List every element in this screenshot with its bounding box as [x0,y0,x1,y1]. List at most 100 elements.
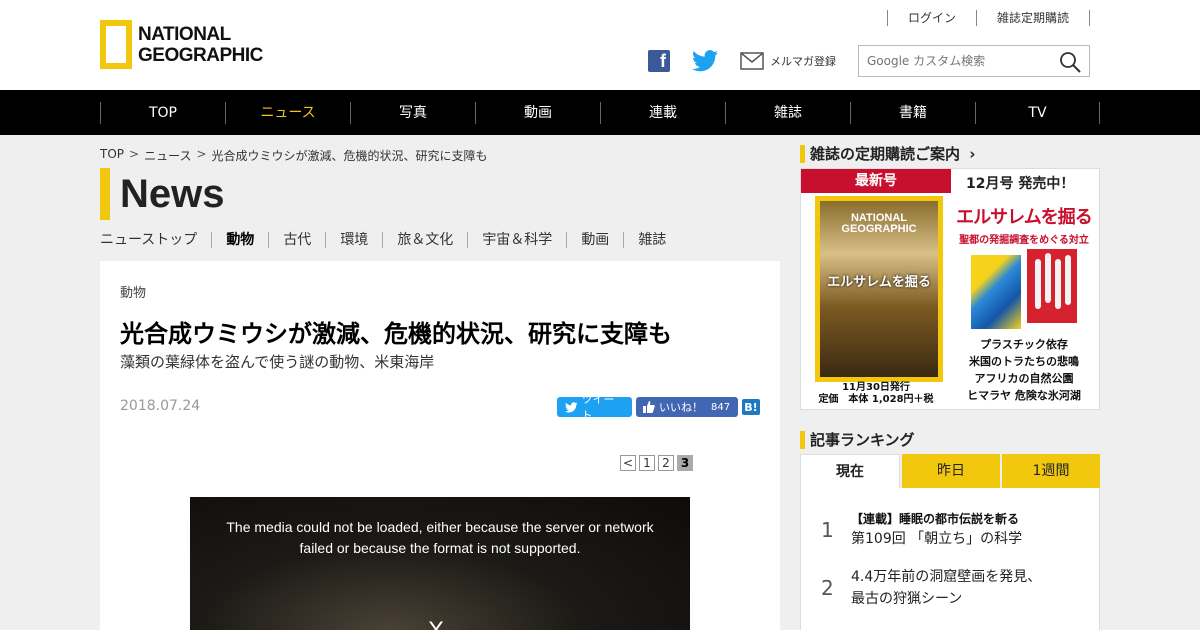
subscribe-heading[interactable]: 雑誌の定期購読ご案内 › [800,145,975,163]
mail-icon [740,52,764,70]
cover-logo: NATIONAL GEOGRAPHIC [820,213,938,235]
plastic-feature-image [971,255,1021,329]
breadcrumb: TOP > ニュース > 光合成ウミウシが激減、危機的状況、研究に支障も [100,147,488,164]
tweet-label: ツイート [581,393,615,422]
new-issue-ribbon: 最新号 [801,169,951,193]
subnav-video[interactable]: 動画 [566,232,623,248]
article-headline: 光合成ウミウシが激減、危機的状況、研究に支障も [120,320,672,348]
breadcrumb-news[interactable]: ニュース [144,147,191,164]
chevron-right-icon: > [129,147,140,161]
article-subhead: 藻類の葉緑体を盗んで使う謎の動物、米東海岸 [120,353,435,371]
ranking-item[interactable]: 1 【連載】睡眠の都市伝説を斬る 第109回 「朝立ち」の科学 [821,510,1022,550]
nav-item-magazine[interactable]: 雑誌 [725,102,850,124]
chevron-right-icon: › [969,145,976,163]
ranking-item[interactable]: 2 4.4万年前の洞窟壁画を発見、 最古の狩猟シーン [821,566,1041,610]
subscribe-heading-label: 雑誌の定期購読ご案内 [810,145,961,163]
social-links: f メルマガ登録 [648,50,836,72]
cover-title: エルサレムを掘る [827,275,931,290]
like-count: 847 [711,401,731,413]
like-label: いいね！ [659,401,703,414]
feature-item: プラスチック依存 [980,338,1068,351]
rank-line-1: 4.4万年前の洞窟壁画を発見、 [851,569,1042,585]
tiger-feature-image [1027,249,1077,323]
share-buttons: ツイート いいね！ 847 B! [557,393,760,422]
newsletter-link[interactable]: メルマガ登録 [740,52,836,70]
rank-line-2: 最古の狩猟シーン [851,591,963,607]
nav-item-books[interactable]: 書籍 [850,102,975,124]
facebook-like-button[interactable]: いいね！ 847 [636,397,738,417]
rank-title: 【連載】睡眠の都市伝説を斬る 第109回 「朝立ち」の科学 [851,510,1022,550]
article-card: 動物 光合成ウミウシが激減、危機的状況、研究に支障も 藻類の葉緑体を盗んで使う謎… [100,261,780,630]
nav-item-series[interactable]: 連載 [600,102,725,124]
pager-page-2[interactable]: 2 [658,455,674,471]
site-header: NATIONAL GEOGRAPHIC ログイン 雑誌定期購読 f メルマガ登録 [0,0,1200,90]
subnav-ancient[interactable]: 古代 [268,232,325,248]
magazine-feature: エルサレムを掘る 聖都の発掘調査をめぐる対立 [951,203,1097,246]
video-error-line-2: failed or because the format is not supp… [299,540,581,556]
ranking-list: 1 【連載】睡眠の都市伝説を斬る 第109回 「朝立ち」の科学 2 4.4万年前… [800,488,1100,630]
subscribe-link[interactable]: 雑誌定期購読 [975,10,1090,26]
chevron-right-icon: > [196,147,207,161]
cover-caption: 11月30日発行 定価 本体 1,028円＋税 [801,382,951,406]
rank-line-1: 第109回 「朝立ち」の科学 [851,531,1023,547]
facebook-icon[interactable]: f [648,50,670,72]
cover-logo-line-2: GEOGRAPHIC [841,223,917,235]
search-icon[interactable] [1059,51,1081,73]
feature-item: ヒマラヤ 危険な氷河湖 [967,389,1081,402]
subnav-magazine[interactable]: 雑誌 [623,232,680,248]
article-category[interactable]: 動物 [120,282,146,301]
logo-yellow-frame-icon [100,20,132,69]
twitter-icon[interactable] [692,50,718,72]
cover-price: 定価 本体 1,028円＋税 [818,394,934,405]
magazine-feature-list: プラスチック依存 米国のトラたちの悲鳴 アフリカの自然公園 ヒマラヤ 危険な氷河… [951,336,1097,404]
article-pager: < 1 2 3 [617,455,693,471]
article-date: 2018.07.24 [120,398,201,414]
nav-item-news[interactable]: ニュース [225,102,350,124]
login-link[interactable]: ログイン [886,10,976,26]
main-nav: TOP ニュース 写真 動画 連載 雑誌 書籍 TV [0,90,1200,135]
video-error-line-1: The media could not be loaded, either be… [226,519,654,535]
subnav-environment[interactable]: 環境 [325,232,382,248]
tweet-button[interactable]: ツイート [557,393,632,422]
logo-line-2: GEOGRAPHIC [138,44,263,66]
subnav-travel-culture[interactable]: 旅＆文化 [382,232,467,248]
close-icon[interactable]: X [428,617,444,630]
tab-yesterday[interactable]: 昨日 [902,454,1000,488]
feature-item: 米国のトラたちの悲鳴 [969,355,1079,368]
nav-item-tv[interactable]: TV [975,102,1100,124]
feature-thumbnails [971,249,1081,329]
ranking-tabs: 現在 昨日 1週間 [800,454,1100,488]
newsletter-label: メルマガ登録 [770,55,836,68]
logo-wordmark: NATIONAL GEOGRAPHIC [138,24,263,66]
video-player[interactable]: The media could not be loaded, either be… [190,497,690,630]
rank-series: 【連載】睡眠の都市伝説を斬る [851,512,1020,526]
search-box [858,45,1090,77]
ranking-heading: 記事ランキング [800,431,915,449]
video-error-message: The media could not be loaded, either be… [190,517,690,559]
site-logo[interactable]: NATIONAL GEOGRAPHIC [100,20,263,69]
subnav-animals[interactable]: 動物 [211,232,268,248]
subnav-news-top[interactable]: ニューストップ [100,232,211,248]
pager-page-1[interactable]: 1 [639,455,655,471]
rank-title: 4.4万年前の洞窟壁画を発見、 最古の狩猟シーン [851,566,1041,610]
thumbs-up-icon [643,401,655,413]
issue-text: 12月号 発売中！ [966,176,1075,192]
tab-week[interactable]: 1週間 [1002,454,1100,488]
subnav-space-science[interactable]: 宇宙＆科学 [467,232,566,248]
search-input[interactable] [859,46,1049,76]
section-title: News [100,168,225,220]
pager-page-3: 3 [677,455,693,471]
magazine-promo[interactable]: 最新号 12月号 発売中！ NATIONAL GEOGRAPHIC エルサレムを… [800,168,1100,410]
twitter-icon [565,401,578,412]
pager-prev[interactable]: < [620,455,636,471]
nav-item-photo[interactable]: 写真 [350,102,475,124]
nav-item-video[interactable]: 動画 [475,102,600,124]
cover-release-date: 11月30日発行 [842,382,910,393]
magazine-cover-image: NATIONAL GEOGRAPHIC エルサレムを掘る [815,196,943,382]
feature-item: アフリカの自然公園 [974,372,1074,385]
breadcrumb-top[interactable]: TOP [100,147,124,164]
hatena-bookmark-button[interactable]: B! [742,399,760,415]
rank-number: 2 [821,576,834,600]
nav-item-top[interactable]: TOP [100,102,225,124]
tab-now[interactable]: 現在 [800,454,900,488]
